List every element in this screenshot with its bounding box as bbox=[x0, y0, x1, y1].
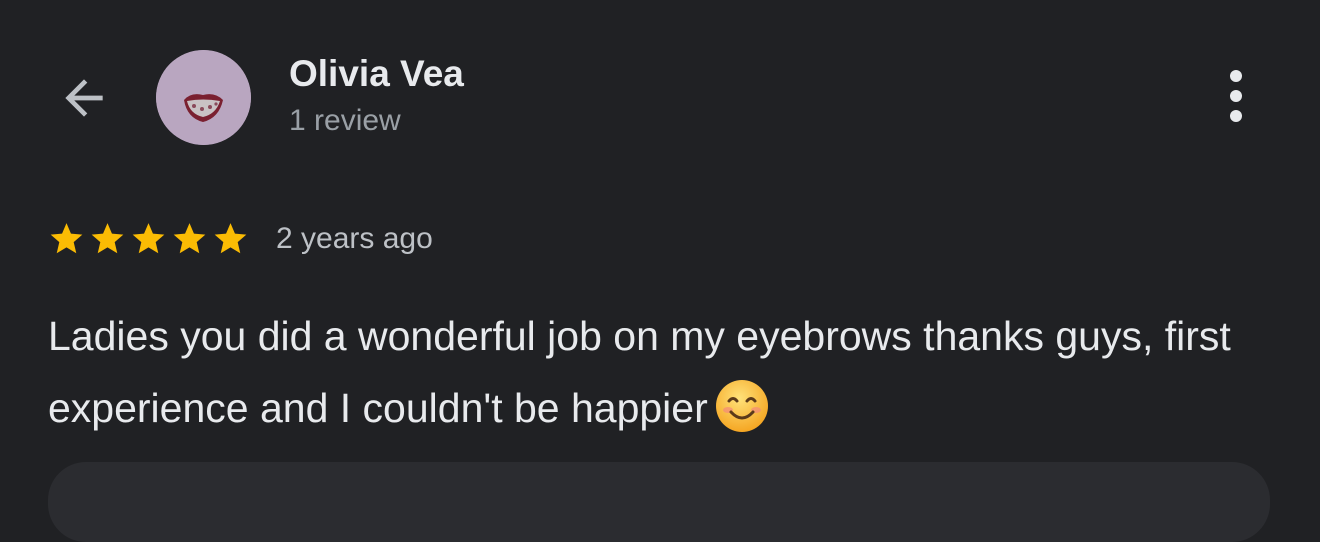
review-text: Ladies you did a wonderful job on my eye… bbox=[48, 300, 1278, 444]
star-icon bbox=[173, 223, 206, 254]
next-card bbox=[48, 462, 1270, 542]
arrow-left-icon bbox=[65, 79, 103, 117]
reviewer-name[interactable]: Olivia Vea bbox=[289, 53, 464, 95]
review-count: 1 review bbox=[289, 104, 401, 137]
back-button[interactable] bbox=[52, 66, 116, 130]
review-time: 2 years ago bbox=[276, 222, 433, 255]
review-text-content: Ladies you did a wonderful job on my eye… bbox=[48, 313, 1231, 431]
more-options-button[interactable] bbox=[1212, 66, 1260, 126]
smiling-face-emoji-icon bbox=[715, 380, 768, 432]
more-vertical-icon-dot bbox=[1230, 90, 1242, 102]
more-vertical-icon bbox=[1230, 70, 1242, 82]
more-vertical-icon-dot bbox=[1230, 110, 1242, 122]
star-icon bbox=[132, 223, 165, 254]
star-rating bbox=[47, 220, 250, 258]
avatar[interactable] bbox=[156, 50, 251, 145]
star-icon bbox=[91, 223, 124, 254]
star-icon bbox=[214, 223, 247, 254]
lips-avatar-image bbox=[156, 50, 251, 145]
star-icon bbox=[50, 223, 83, 254]
